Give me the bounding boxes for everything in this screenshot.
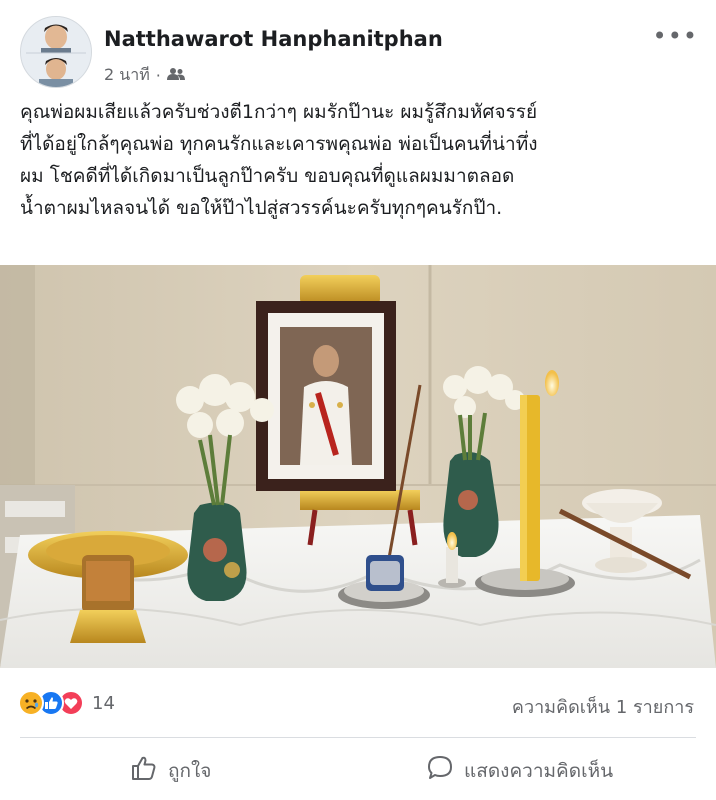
post-text-line: ผม โชคดีที่ได้เกิดมาเป็นลูกป๊าครับ ขอบคุ…: [20, 165, 515, 187]
post-text-line: น้ำตาผมไหลจนได้ ขอให้ป๊าไปสู่สวรรค์นะครั…: [20, 197, 503, 219]
reaction-count: 14: [92, 692, 115, 714]
thumbs-up-icon: [130, 754, 158, 787]
like-label: ถูกใจ: [168, 759, 212, 782]
like-button[interactable]: ถูกใจ: [130, 754, 211, 787]
author-name[interactable]: Natthawarot Hanphanitphan: [104, 27, 443, 51]
divider: [20, 737, 696, 738]
post-text-line: ที่ได้อยู่ใกล้ๆคุณพ่อ ทุกคนรักและเคารพคุ…: [20, 133, 538, 155]
post-header: Natthawarot Hanphanitphan 2 นาที · •••: [0, 0, 716, 92]
comment-button[interactable]: แสดงความคิดเห็น: [426, 754, 613, 787]
post-meta: 2 นาที ·: [104, 63, 185, 88]
comment-label: แสดงความคิดเห็น: [464, 759, 614, 782]
reactions-summary[interactable]: 14: [18, 690, 115, 716]
comments-count-link[interactable]: ความคิดเห็น 1 รายการ: [512, 692, 694, 721]
friends-icon: [166, 66, 185, 85]
post-body: คุณพ่อผมเสียแล้วครับช่วงตี1กว่าๆ ผมรักป๊…: [20, 96, 700, 224]
comment-bubble-icon: [426, 754, 454, 787]
post-photo[interactable]: [0, 265, 716, 668]
post-text-line: คุณพ่อผมเสียแล้วครับช่วงตี1กว่าๆ ผมรักป๊…: [20, 101, 538, 123]
more-options-icon[interactable]: •••: [653, 22, 698, 50]
meta-separator: ·: [155, 66, 161, 85]
sad-icon: [18, 690, 44, 716]
author-avatar[interactable]: [20, 16, 92, 88]
post-time[interactable]: 2 นาที: [104, 63, 150, 88]
